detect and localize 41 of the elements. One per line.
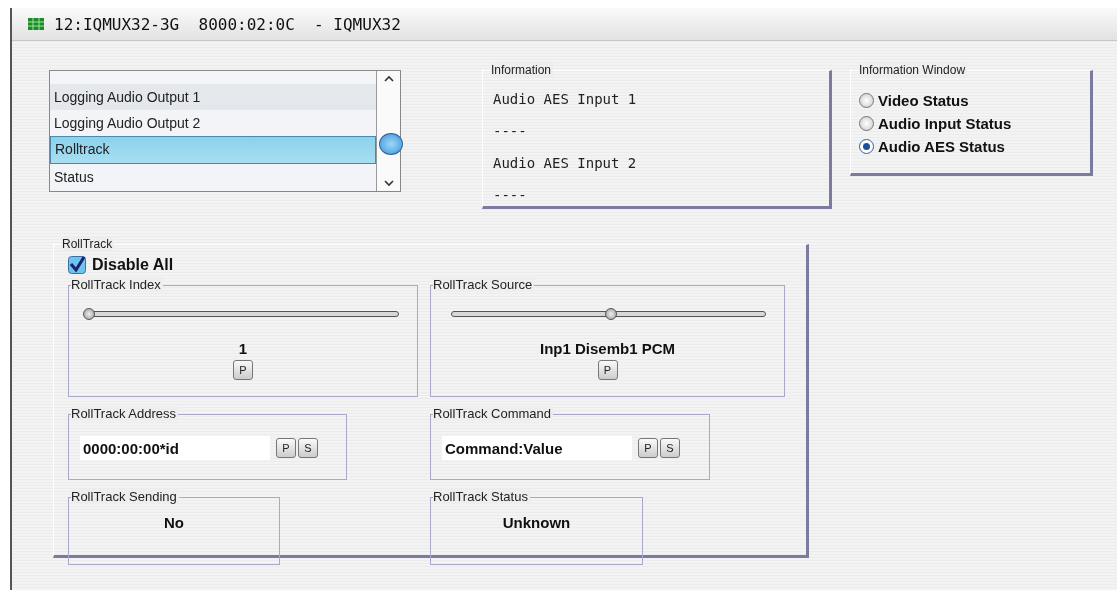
group-title: RollTrack — [62, 237, 115, 251]
info-line: Audio AES Input 2 — [493, 154, 638, 173]
slider-thumb[interactable] — [83, 308, 95, 320]
small-button[interactable]: P — [233, 360, 253, 380]
value-text: Unknown — [501, 514, 572, 531]
radio-icon[interactable] — [859, 139, 874, 154]
value-text: No — [163, 514, 185, 531]
group-title: RollTrack Address — [71, 406, 178, 421]
group-title: Information — [491, 63, 554, 77]
small-button[interactable]: P — [276, 438, 296, 458]
small-button[interactable]: S — [298, 438, 318, 458]
scroll-thumb[interactable] — [378, 133, 403, 155]
radio-icon[interactable] — [859, 116, 874, 131]
list-item[interactable]: Logging Audio Output 1 — [50, 84, 376, 110]
scroll-bar[interactable] — [376, 71, 400, 191]
group-title: RollTrack Command — [433, 406, 553, 421]
checkbox-icon[interactable] — [68, 256, 86, 274]
small-button[interactable]: S — [660, 438, 680, 458]
small-button[interactable]: P — [638, 438, 658, 458]
info-line: ---- — [493, 122, 528, 141]
group-title: RollTrack Sending — [71, 489, 179, 504]
disable-all-checkbox[interactable]: Disable All — [68, 256, 806, 274]
slider-thumb[interactable] — [605, 308, 618, 320]
grid-icon — [28, 18, 44, 30]
group-title: RollTrack Index — [71, 277, 163, 292]
info-line: ---- — [493, 186, 528, 205]
list-item[interactable]: Rolltrack — [50, 136, 376, 164]
value-text: 1 — [237, 340, 249, 357]
group-title: RollTrack Status — [433, 489, 530, 504]
input-field[interactable]: 0000:00:00*id — [80, 436, 270, 460]
radio-option[interactable]: Video Status — [859, 89, 1082, 112]
radio-option[interactable]: Audio Input Status — [859, 112, 1082, 135]
radio-option[interactable]: Audio AES Status — [859, 135, 1082, 158]
info-line: Audio AES Input 1 — [493, 90, 638, 109]
value-text: Inp1 Disemb1 PCM — [539, 340, 676, 357]
group-title: RollTrack Source — [433, 277, 535, 292]
radio-icon[interactable] — [859, 93, 874, 108]
input-field[interactable]: Command:Value — [442, 436, 632, 460]
window-title: 12:IQMUX32-3G 8000:02:0C - IQMUX32 — [54, 14, 401, 34]
group-title: Information Window — [859, 63, 968, 77]
small-button[interactable]: P — [597, 360, 618, 380]
